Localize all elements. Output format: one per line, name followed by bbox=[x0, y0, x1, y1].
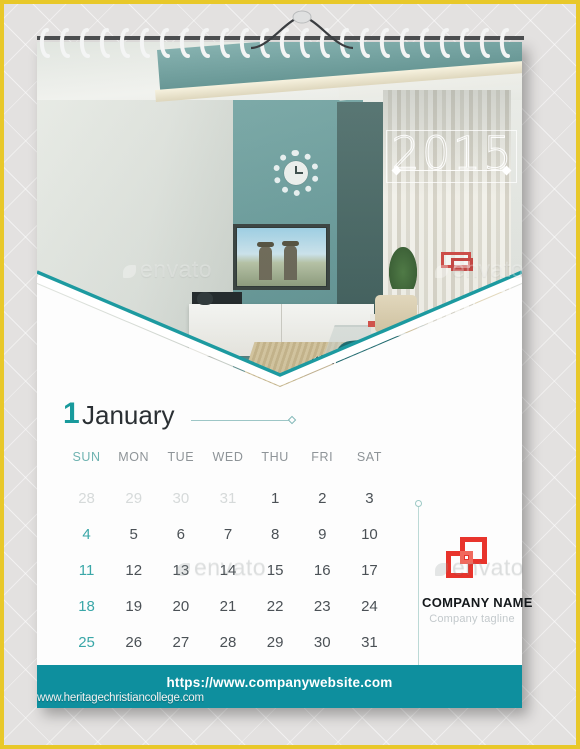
weekday-header-mon: MON bbox=[118, 450, 150, 464]
month-title-row: 1 January bbox=[63, 397, 493, 439]
calendar-day-cell[interactable]: 16 bbox=[299, 552, 346, 588]
calendar-day-cell[interactable]: 8 bbox=[252, 516, 299, 552]
year-label: 2015 bbox=[391, 127, 514, 181]
month-number: 1 bbox=[63, 397, 80, 430]
calendar-day-cell[interactable]: 30 bbox=[157, 480, 204, 516]
weekday-header-row: SUN MON TUE WED THU FRI SAT bbox=[63, 450, 393, 480]
calendar-day-cell[interactable]: 4 bbox=[63, 516, 110, 552]
calendar-day-cell[interactable]: 5 bbox=[110, 516, 157, 552]
calendar-day-cell[interactable]: 25 bbox=[63, 624, 110, 660]
calendar-day-cell[interactable]: 31 bbox=[204, 480, 251, 516]
calendar-day-cell[interactable]: 12 bbox=[110, 552, 157, 588]
calendar-day-cell[interactable]: 13 bbox=[157, 552, 204, 588]
weekday-header-tue: TUE bbox=[167, 450, 195, 464]
calendar-week-row: 28 29 30 31 1 2 3 bbox=[63, 480, 393, 516]
calendar-day-cell[interactable]: 20 bbox=[157, 588, 204, 624]
calendar-day-cell[interactable]: 1 bbox=[252, 480, 299, 516]
calendar-hanger-hook-icon bbox=[250, 10, 354, 50]
calendar-day-cell[interactable]: 18 bbox=[63, 588, 110, 624]
calendar-day-cell[interactable]: 30 bbox=[299, 624, 346, 660]
calendar-day-cell[interactable]: 10 bbox=[346, 516, 393, 552]
calendar-day-cell[interactable]: 19 bbox=[110, 588, 157, 624]
month-rule-dot bbox=[287, 415, 297, 425]
weekday-header-sun: SUN bbox=[72, 450, 101, 464]
screenshot-frame: 2015 1 January SUN MON TUE WED THU FRI S… bbox=[0, 0, 580, 749]
chevron-overlay bbox=[37, 270, 522, 400]
calendar-day-cell[interactable]: 28 bbox=[204, 624, 251, 660]
calendar-day-cell[interactable]: 23 bbox=[299, 588, 346, 624]
calendar-day-cell[interactable]: 24 bbox=[346, 588, 393, 624]
year-badge: 2015 bbox=[386, 127, 517, 183]
calendar-day-cell[interactable]: 11 bbox=[63, 552, 110, 588]
calendar-day-cell[interactable]: 26 bbox=[110, 624, 157, 660]
site-watermark: www.heritagechristiancollege.com bbox=[37, 692, 204, 704]
month-rule bbox=[191, 420, 291, 421]
divider-dot-top bbox=[415, 500, 422, 507]
calendar-grid: SUN MON TUE WED THU FRI SAT 28 29 30 31 1 2 3 4… bbox=[63, 450, 393, 660]
section-divider bbox=[415, 500, 422, 672]
divider-line bbox=[418, 504, 419, 668]
weekday-header-thu: THU bbox=[261, 450, 289, 464]
calendar-week-row: 25 26 27 28 29 30 31 bbox=[63, 624, 393, 660]
calendar-day-cell[interactable]: 9 bbox=[299, 516, 346, 552]
weekday-header-wed: WED bbox=[212, 450, 244, 464]
overlapping-squares-logo-icon bbox=[446, 537, 498, 583]
brand-block: COMPANY NAME Company tagline bbox=[422, 537, 533, 625]
logo-square-overlap bbox=[460, 551, 473, 564]
calendar-week-row: 18 19 20 21 22 23 24 bbox=[63, 588, 393, 624]
year-rule bbox=[396, 170, 509, 171]
calendar-week-row: 4 5 6 7 8 9 10 bbox=[63, 516, 393, 552]
calendar-day-cell[interactable]: 7 bbox=[204, 516, 251, 552]
calendar-day-cell[interactable]: 27 bbox=[157, 624, 204, 660]
calendar-day-cell[interactable]: 2 bbox=[299, 480, 346, 516]
calendar-day-cell[interactable]: 15 bbox=[252, 552, 299, 588]
calendar-day-cell[interactable]: 3 bbox=[346, 480, 393, 516]
company-tagline: Company tagline bbox=[429, 613, 515, 625]
weekday-header-fri: FRI bbox=[311, 450, 334, 464]
calendar-day-cell[interactable]: 14 bbox=[204, 552, 251, 588]
calendar-day-cell[interactable]: 22 bbox=[252, 588, 299, 624]
calendar-day-cell[interactable]: 31 bbox=[346, 624, 393, 660]
calendar-sheet: 2015 1 January SUN MON TUE WED THU FRI S… bbox=[37, 42, 533, 708]
weekday-header-sat: SAT bbox=[356, 450, 383, 464]
calendar-table: SUN MON TUE WED THU FRI SAT 28 29 30 31 1 2 3 4… bbox=[63, 450, 393, 660]
calendar-day-cell[interactable]: 17 bbox=[346, 552, 393, 588]
month-name: January bbox=[82, 400, 175, 430]
calendar-day-cell[interactable]: 6 bbox=[157, 516, 204, 552]
calendar-week-row: 11 12 13 14 15 16 17 bbox=[63, 552, 393, 588]
calendar-day-cell[interactable]: 29 bbox=[110, 480, 157, 516]
calendar-day-cell[interactable]: 21 bbox=[204, 588, 251, 624]
company-name: COMPANY NAME bbox=[422, 595, 533, 610]
calendar-day-cell[interactable]: 29 bbox=[252, 624, 299, 660]
calendar-body: 28 29 30 31 1 2 3 4 5 6 7 8 9 10 11 12 13 14 15 16 17 18 19 20 2… bbox=[63, 480, 393, 660]
calendar-day-cell[interactable]: 28 bbox=[63, 480, 110, 516]
